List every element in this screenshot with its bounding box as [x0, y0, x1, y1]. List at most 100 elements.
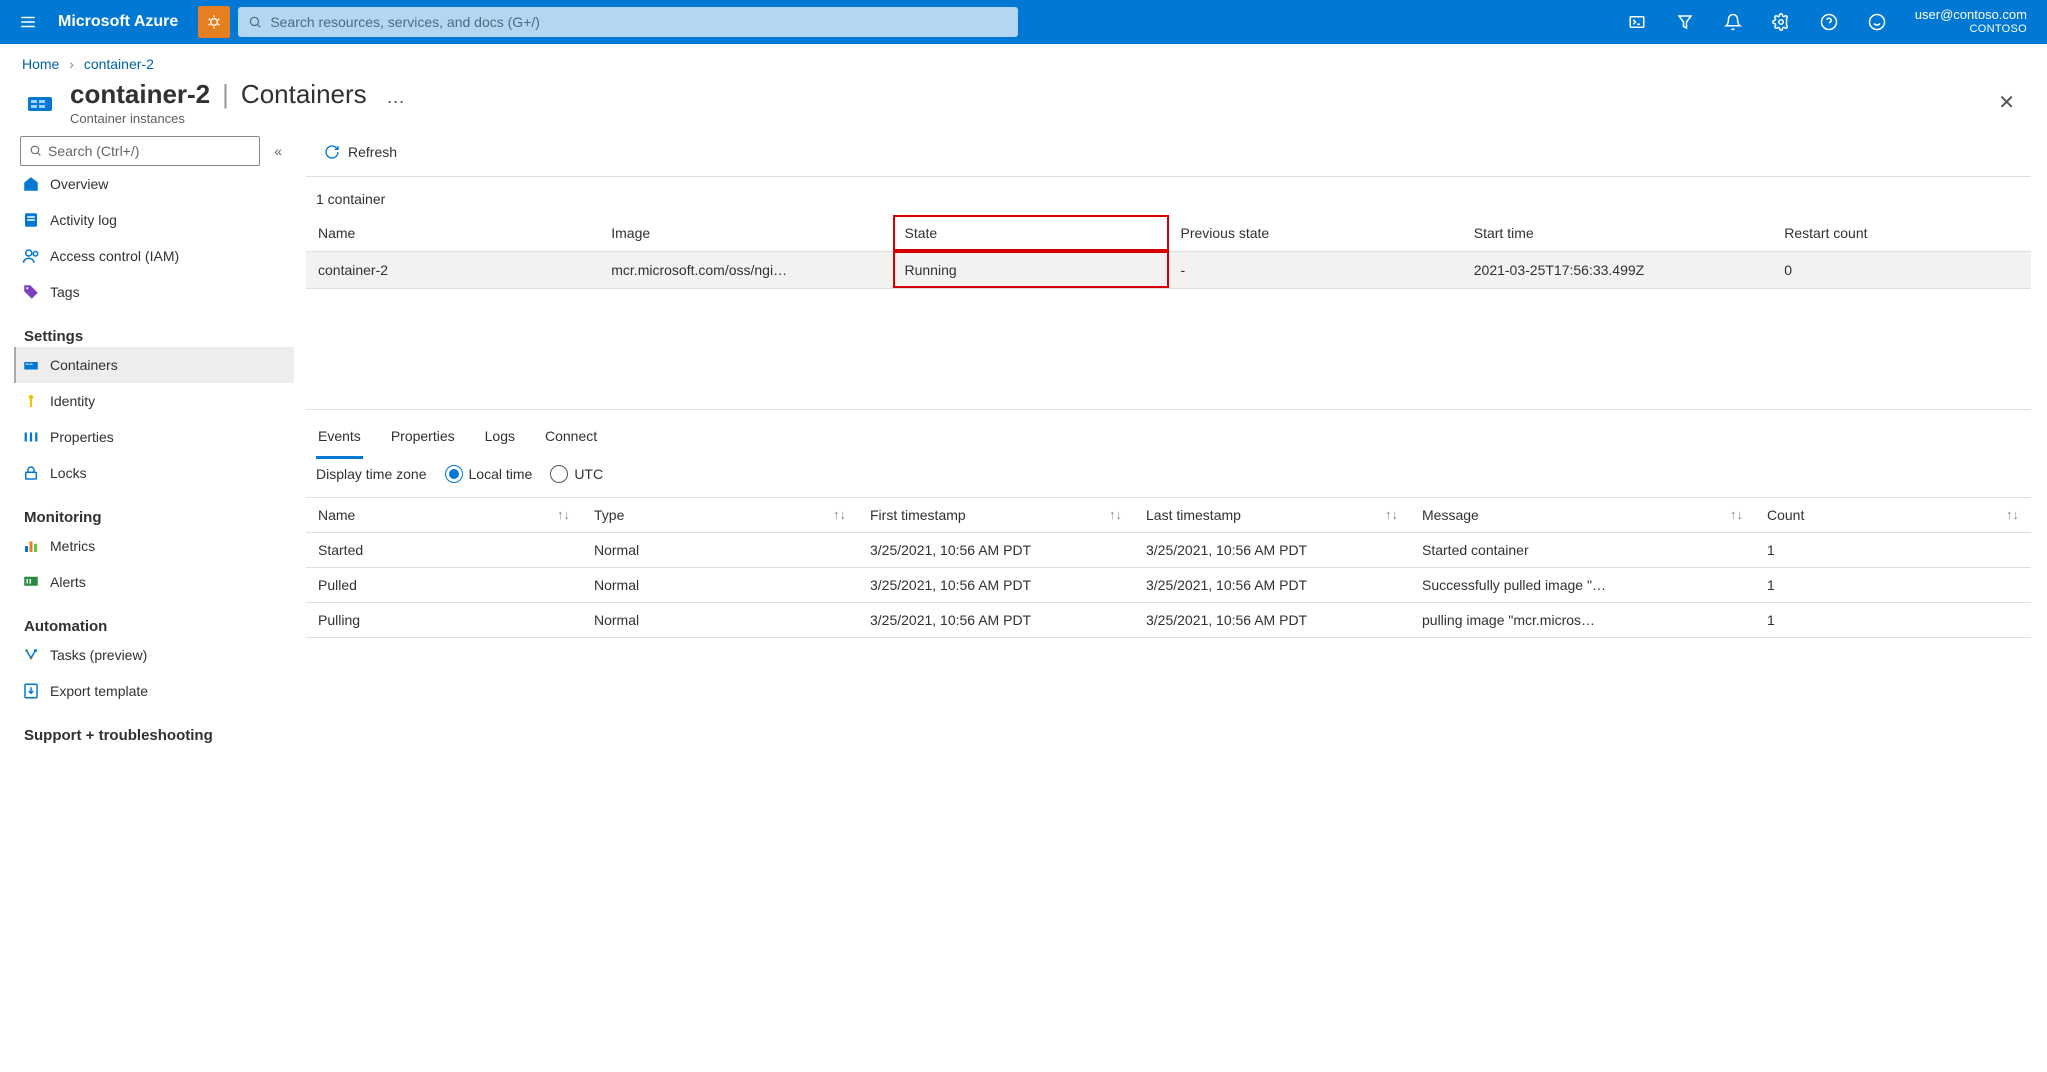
sort-icon: ↑↓ [557, 507, 570, 522]
sidebar-item-label: Identity [50, 393, 95, 409]
account-tenant: CONTOSO [1915, 23, 2027, 36]
tasks-icon [22, 646, 40, 664]
col-previous-state[interactable]: Previous state [1169, 215, 1462, 252]
settings-button[interactable] [1761, 2, 1801, 42]
cell-ev-first: 3/25/2021, 10:56 AM PDT [858, 602, 1134, 637]
sidebar-item-locks[interactable]: Locks [14, 455, 294, 491]
containers-icon [22, 356, 40, 374]
sidebar-item-activity-log[interactable]: Activity log [14, 202, 294, 238]
col-restart-count[interactable]: Restart count [1772, 215, 2031, 252]
content-area: Refresh 1 container Name Image State Pre… [294, 126, 2047, 766]
sidebar-item-label: Metrics [50, 538, 95, 554]
sidebar-item-access-control[interactable]: Access control (IAM) [14, 238, 294, 274]
sidebar-item-metrics[interactable]: Metrics [14, 528, 294, 564]
sidebar-item-export-template[interactable]: Export template [14, 673, 294, 709]
sidebar-group-monitoring: Monitoring [20, 491, 294, 528]
cell-previous-state: - [1169, 251, 1462, 288]
cell-ev-message: Started container [1410, 532, 1755, 567]
sort-icon: ↑↓ [1109, 507, 1122, 522]
table-row[interactable]: Pulling Normal 3/25/2021, 10:56 AM PDT 3… [306, 602, 2031, 637]
cell-ev-name: Pulling [306, 602, 582, 637]
search-icon [248, 15, 262, 29]
breadcrumb-current[interactable]: container-2 [84, 56, 154, 72]
sidebar-group-support: Support + troubleshooting [20, 709, 294, 746]
radio-utc[interactable]: UTC [550, 465, 603, 483]
col-ev-last[interactable]: Last timestamp↑↓ [1134, 497, 1410, 532]
account-email: user@contoso.com [1915, 8, 2027, 23]
cell-ev-last: 3/25/2021, 10:56 AM PDT [1134, 602, 1410, 637]
help-button[interactable] [1809, 2, 1849, 42]
col-ev-first[interactable]: First timestamp↑↓ [858, 497, 1134, 532]
col-name[interactable]: Name [306, 215, 599, 252]
sidebar-search-placeholder: Search (Ctrl+/) [48, 143, 139, 159]
identity-icon [22, 392, 40, 410]
preview-bug-button[interactable] [198, 6, 230, 38]
cell-state: Running [893, 251, 1169, 288]
col-image[interactable]: Image [599, 215, 892, 252]
feedback-button[interactable] [1857, 2, 1897, 42]
col-ev-type[interactable]: Type↑↓ [582, 497, 858, 532]
blade-header: container-2 | Containers Container insta… [0, 76, 2047, 126]
notifications-button[interactable] [1713, 2, 1753, 42]
account-menu[interactable]: user@contoso.com CONTOSO [1905, 8, 2037, 36]
resource-name: container-2 [70, 80, 210, 109]
cell-ev-first: 3/25/2021, 10:56 AM PDT [858, 532, 1134, 567]
breadcrumb-separator-icon: › [63, 56, 80, 72]
sidebar-item-identity[interactable]: Identity [14, 383, 294, 419]
brand-label[interactable]: Microsoft Azure [54, 13, 190, 31]
cell-ev-type: Normal [582, 532, 858, 567]
col-ev-count[interactable]: Count↑↓ [1755, 497, 2031, 532]
tab-connect[interactable]: Connect [543, 414, 599, 459]
cloud-shell-button[interactable] [1617, 2, 1657, 42]
col-start-time[interactable]: Start time [1462, 215, 1773, 252]
menu-button[interactable] [10, 4, 46, 40]
radio-local-label: Local time [469, 466, 533, 482]
cell-ev-type: Normal [582, 602, 858, 637]
sidebar-item-label: Export template [50, 683, 148, 699]
cell-restart-count: 0 [1772, 251, 2031, 288]
containers-table: Name Image State Previous state Start ti… [306, 215, 2031, 289]
cell-ev-last: 3/25/2021, 10:56 AM PDT [1134, 567, 1410, 602]
sidebar-search[interactable]: Search (Ctrl+/) [20, 136, 260, 166]
resource-type-label: Container instances [70, 112, 367, 126]
sidebar-item-tags[interactable]: Tags [14, 274, 294, 310]
close-blade-button[interactable]: ✕ [1988, 84, 2025, 121]
cell-ev-type: Normal [582, 567, 858, 602]
sidebar-item-properties[interactable]: Properties [14, 419, 294, 455]
table-row[interactable]: Pulled Normal 3/25/2021, 10:56 AM PDT 3/… [306, 567, 2031, 602]
alerts-icon [22, 573, 40, 591]
page-section: Containers [241, 80, 367, 109]
cell-ev-name: Pulled [306, 567, 582, 602]
sidebar-item-containers[interactable]: Containers [14, 347, 294, 383]
refresh-icon [324, 144, 340, 160]
directory-filter-button[interactable] [1665, 2, 1705, 42]
col-state[interactable]: State [893, 215, 1169, 252]
sort-icon: ↑↓ [1385, 507, 1398, 522]
col-ev-name[interactable]: Name↑↓ [306, 497, 582, 532]
sidebar-item-label: Locks [50, 465, 87, 481]
detail-tabs: Events Properties Logs Connect [306, 409, 2031, 459]
table-row[interactable]: container-2 mcr.microsoft.com/oss/ngi… R… [306, 251, 2031, 288]
collapse-sidebar-button[interactable]: « [270, 139, 286, 163]
tab-logs[interactable]: Logs [483, 414, 517, 459]
tab-properties[interactable]: Properties [389, 414, 457, 459]
sidebar-item-tasks[interactable]: Tasks (preview) [14, 637, 294, 673]
cell-ev-message: Successfully pulled image "… [1410, 567, 1755, 602]
breadcrumb: Home › container-2 [0, 44, 2047, 76]
global-search[interactable]: Search resources, services, and docs (G+… [238, 7, 1018, 37]
sidebar-item-overview[interactable]: Overview [14, 166, 294, 202]
more-actions-button[interactable]: ⋯ [379, 92, 413, 113]
radio-utc-label: UTC [574, 466, 603, 482]
col-ev-message[interactable]: Message↑↓ [1410, 497, 1755, 532]
sidebar-item-label: Activity log [50, 212, 117, 228]
sidebar-item-label: Properties [50, 429, 114, 445]
tab-events[interactable]: Events [316, 414, 363, 459]
table-row[interactable]: Started Normal 3/25/2021, 10:56 AM PDT 3… [306, 532, 2031, 567]
locks-icon [22, 464, 40, 482]
sidebar-item-alerts[interactable]: Alerts [14, 564, 294, 600]
search-icon [29, 144, 42, 157]
refresh-button[interactable]: Refresh [316, 138, 405, 166]
breadcrumb-home[interactable]: Home [22, 56, 59, 72]
sidebar-item-label: Tags [50, 284, 80, 300]
radio-local-time[interactable]: Local time [445, 465, 533, 483]
